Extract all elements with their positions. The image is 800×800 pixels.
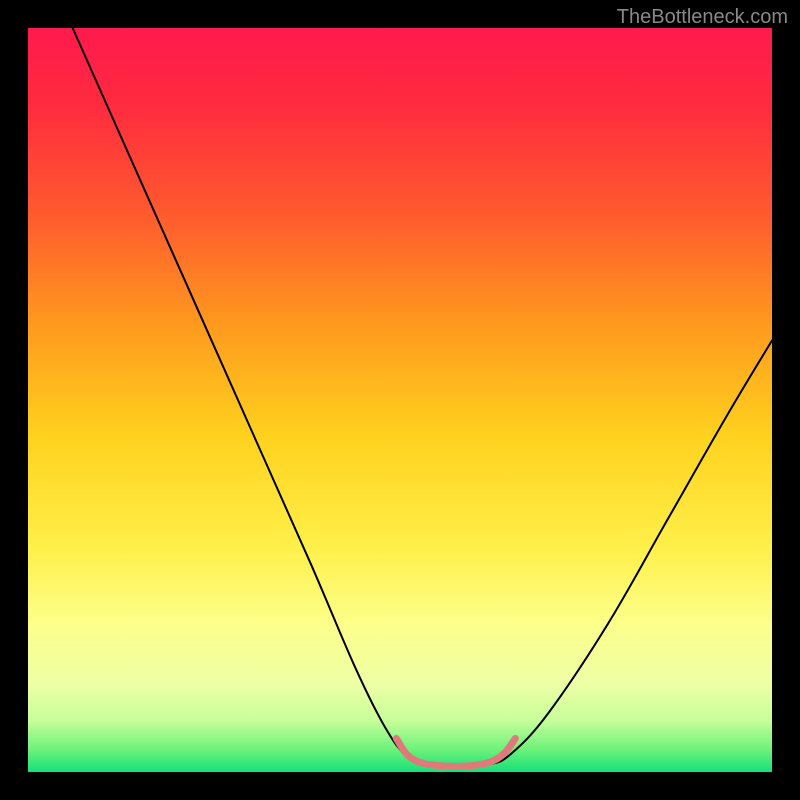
watermark-text: TheBottleneck.com bbox=[617, 6, 788, 29]
bottleneck-chart bbox=[0, 0, 800, 800]
gradient-background bbox=[28, 28, 772, 772]
